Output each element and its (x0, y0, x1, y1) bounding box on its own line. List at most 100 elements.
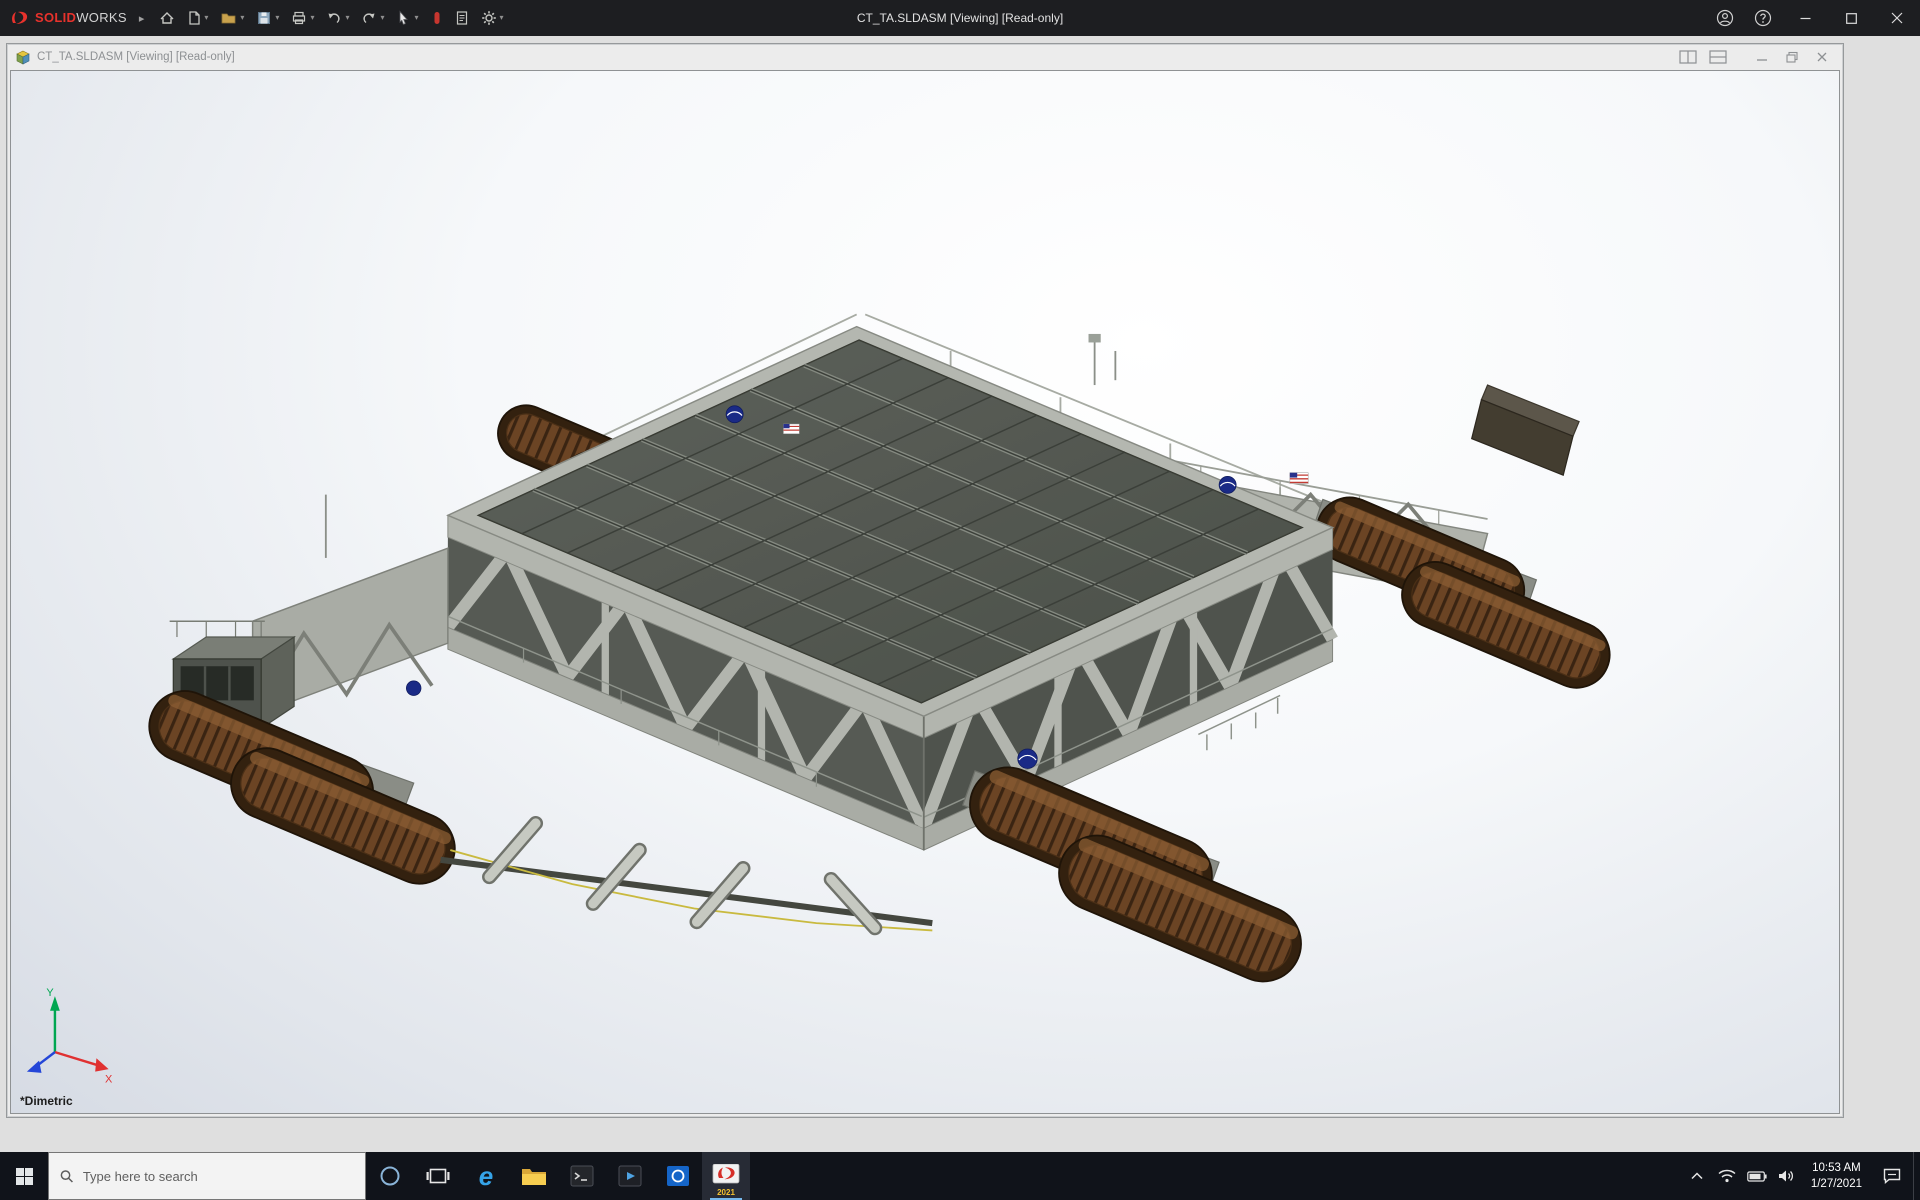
media-app-button[interactable] (606, 1152, 654, 1200)
account-button[interactable] (1706, 0, 1744, 36)
action-center-icon (1883, 1168, 1901, 1184)
taskbar-search[interactable] (48, 1152, 366, 1200)
crawler-transporter-model: Y X (11, 71, 1839, 1113)
reference-triad[interactable]: Y X (27, 987, 113, 1085)
taskbar-clock[interactable]: 10:53 AM 1/27/2021 (1802, 1152, 1871, 1200)
redo-button[interactable]: ▾ (356, 6, 389, 30)
action-center-button[interactable] (1871, 1152, 1913, 1200)
file-properties-button[interactable] (450, 6, 474, 30)
photos-icon (666, 1164, 690, 1188)
triad-x-label: X (105, 1074, 113, 1086)
file-explorer-icon (521, 1165, 547, 1187)
document-window-controls (1675, 48, 1835, 66)
doc-close-button[interactable] (1809, 48, 1835, 66)
maximize-button[interactable] (1828, 0, 1874, 36)
select-cursor-icon (396, 10, 411, 26)
close-button[interactable] (1874, 0, 1920, 36)
caret-icon[interactable]: ▾ (345, 14, 349, 22)
track-pair-rear-right (1306, 487, 1619, 698)
track-pair-front-left (138, 680, 465, 894)
network-button[interactable] (1712, 1152, 1742, 1200)
caret-icon[interactable]: ▾ (275, 14, 279, 22)
media-player-icon (618, 1164, 642, 1188)
titlebar-controls (1706, 0, 1920, 36)
task-view-button[interactable] (414, 1152, 462, 1200)
terminal-app-button[interactable] (558, 1152, 606, 1200)
caret-icon[interactable]: ▾ (414, 14, 418, 22)
tray-expand-button[interactable] (1682, 1152, 1712, 1200)
print-icon (291, 10, 307, 26)
open-button[interactable]: ▾ (215, 6, 249, 30)
doc-restore-button[interactable] (1779, 48, 1805, 66)
file-explorer-button[interactable] (510, 1152, 558, 1200)
show-desktop-button[interactable] (1913, 1152, 1920, 1200)
file-properties-icon (455, 10, 469, 26)
document-title: CT_TA.SLDASM [Viewing] [Read-only] (37, 51, 235, 63)
brand-solid: SOLID (35, 10, 76, 25)
workspace: CT_TA.SLDASM [Viewing] [Read-only] (0, 36, 1920, 1152)
gear-icon (481, 10, 497, 26)
photos-app-button[interactable] (654, 1152, 702, 1200)
document-titlebar[interactable]: CT_TA.SLDASM [Viewing] [Read-only] (7, 44, 1843, 70)
save-button[interactable]: ▾ (251, 6, 284, 30)
caret-icon[interactable]: ▾ (500, 14, 504, 22)
battery-button[interactable] (1742, 1152, 1772, 1200)
caret-icon[interactable]: ▾ (204, 14, 208, 22)
tile-pane-button[interactable] (1705, 48, 1731, 66)
wifi-icon (1718, 1169, 1736, 1183)
cortana-button[interactable] (366, 1152, 414, 1200)
select-button[interactable]: ▾ (391, 6, 423, 30)
caret-icon[interactable]: ▾ (380, 14, 384, 22)
clock-time: 10:53 AM (1811, 1160, 1862, 1176)
track-pair-front-right (958, 756, 1313, 994)
undo-icon (326, 10, 342, 26)
new-document-button[interactable]: ▾ (182, 6, 213, 30)
windows-logo-icon (16, 1168, 33, 1185)
windows-taskbar: e 2021 (0, 1152, 1920, 1200)
assembly-icon (15, 50, 31, 65)
doc-minimize-button[interactable] (1749, 48, 1775, 66)
view-orientation-label: *Dimetric (20, 1094, 73, 1108)
open-folder-icon (220, 10, 237, 26)
app-window-title: CT_TA.SLDASM [Viewing] [Read-only] (857, 11, 1063, 25)
solidworks-app-button[interactable]: 2021 (702, 1152, 750, 1200)
options-button[interactable]: ▾ (476, 6, 509, 30)
start-button[interactable] (0, 1152, 48, 1200)
home-button[interactable] (154, 6, 180, 30)
doc-close-icon (1816, 51, 1828, 63)
cortana-icon (379, 1165, 401, 1187)
brand: SOLIDWORKS (10, 9, 127, 27)
doc-restore-icon (1785, 51, 1799, 63)
task-view-icon (426, 1165, 450, 1187)
ds-logo-icon (10, 10, 30, 26)
toolbar-expand-icon[interactable]: ▸ (139, 12, 145, 25)
solidworks-icon (712, 1164, 740, 1188)
undo-button[interactable]: ▾ (321, 6, 354, 30)
graphics-viewport[interactable]: Y X *Dimetric (10, 70, 1840, 1114)
minimize-icon (1800, 13, 1811, 24)
close-icon (1891, 12, 1903, 24)
print-button[interactable]: ▾ (286, 6, 319, 30)
solidworks-version-badge: 2021 (702, 1189, 750, 1197)
maximize-icon (1846, 13, 1857, 24)
minimize-button[interactable] (1782, 0, 1828, 36)
new-document-icon (187, 10, 201, 26)
3dexperience-button[interactable] (426, 6, 448, 30)
battery-icon (1747, 1171, 1767, 1182)
split-pane-button[interactable] (1675, 48, 1701, 66)
volume-button[interactable] (1772, 1152, 1802, 1200)
nasa-meatball-icon (726, 406, 743, 423)
caret-icon[interactable]: ▾ (310, 14, 314, 22)
3dexperience-icon (431, 10, 443, 26)
edge-app-button[interactable]: e (462, 1152, 510, 1200)
search-input[interactable] (83, 1169, 354, 1184)
help-button[interactable] (1744, 0, 1782, 36)
caret-icon[interactable]: ▾ (240, 14, 244, 22)
account-icon (1716, 9, 1734, 27)
home-icon (159, 10, 175, 26)
split-pane-icon (1679, 50, 1697, 64)
document-window: CT_TA.SLDASM [Viewing] [Read-only] (6, 43, 1844, 1118)
chevron-up-icon (1691, 1172, 1703, 1180)
brand-works: WORKS (76, 10, 127, 25)
edge-icon: e (479, 1163, 493, 1189)
